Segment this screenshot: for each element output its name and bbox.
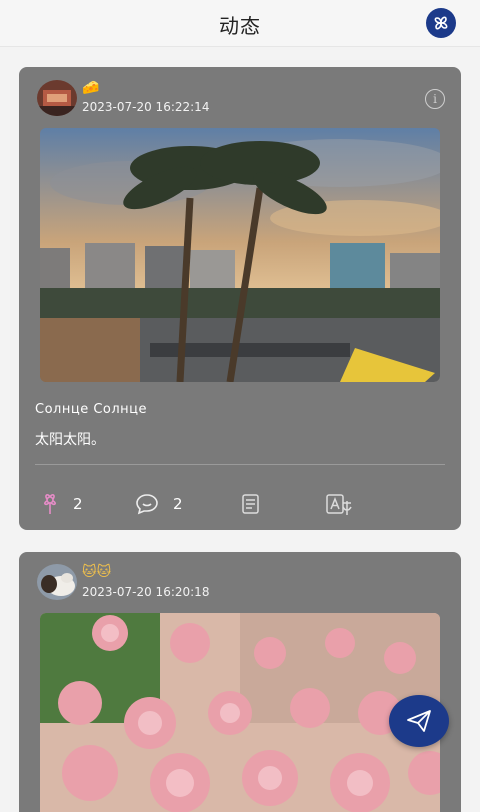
comment-count: 2: [173, 495, 183, 513]
post-image[interactable]: [40, 613, 440, 812]
translate-icon: [326, 494, 352, 515]
flower-icon: [44, 494, 56, 514]
post-timestamp: 2023-07-20 16:20:18: [82, 585, 210, 599]
copy-button[interactable]: [240, 493, 262, 515]
comment-icon: [136, 494, 158, 515]
user-badge: 🐱🐱: [82, 564, 112, 580]
top-bar: 动态: [0, 0, 480, 47]
post-title: Солнце Солнце: [35, 402, 148, 417]
post-timestamp: 2023-07-20 16:22:14: [82, 100, 210, 114]
pinwheel-icon: [434, 16, 448, 30]
pinwheel-button[interactable]: [426, 8, 456, 38]
avatar[interactable]: [37, 80, 77, 116]
user-badge: 🧀: [82, 80, 100, 96]
like-count: 2: [73, 495, 83, 513]
divider: [35, 464, 445, 465]
send-fab-button[interactable]: [389, 695, 449, 747]
document-icon: [242, 494, 259, 514]
comment-button[interactable]: 2: [135, 493, 183, 515]
post-text: 太阳太阳。: [35, 432, 105, 448]
avatar[interactable]: [37, 564, 77, 600]
translate-button[interactable]: [325, 493, 353, 517]
info-icon[interactable]: i: [425, 89, 445, 109]
post-image[interactable]: [40, 128, 440, 382]
like-button[interactable]: 2: [41, 493, 83, 515]
page-title: 动态: [219, 14, 261, 38]
post-card[interactable]: 🐱🐱 2023-07-20 16:20:18: [19, 552, 461, 812]
paper-plane-icon: [407, 710, 431, 732]
post-card[interactable]: 🧀 2023-07-20 16:22:14 i Солнце Солнце 太阳…: [19, 67, 461, 530]
